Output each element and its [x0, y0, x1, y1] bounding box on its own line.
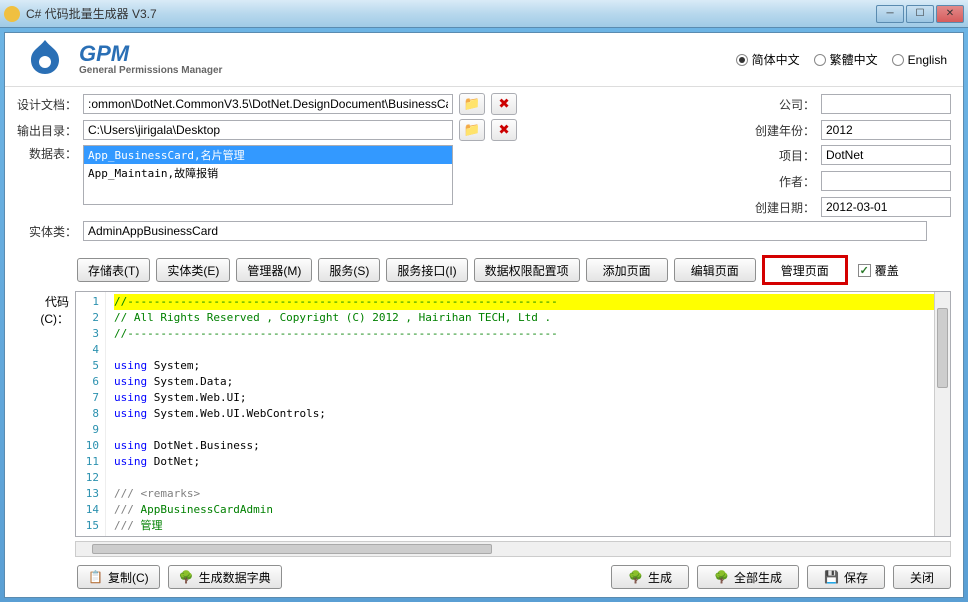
- brand: GPM General Permissions Manager: [79, 43, 222, 76]
- browse-output-dir-button[interactable]: 📁: [459, 119, 485, 141]
- generate-button[interactable]: 🌳生成: [611, 565, 689, 589]
- label-output-dir: 输出目录：: [17, 122, 77, 139]
- add-page-button[interactable]: 添加页面: [586, 258, 668, 282]
- code-line: using System.Web.UI.WebControls;: [114, 406, 934, 422]
- folder-icon: 📁: [464, 122, 481, 138]
- horizontal-scrollbar[interactable]: [75, 541, 951, 557]
- content-area: GPM General Permissions Manager 简体中文 繁體中…: [4, 32, 964, 598]
- gen-dict-button[interactable]: 🌳生成数据字典: [168, 565, 282, 589]
- code-line: // All Rights Reserved , Copyright (C) 2…: [114, 310, 934, 326]
- maximize-button[interactable]: ☐: [906, 5, 934, 23]
- entity-class-button[interactable]: 实体类(E): [156, 258, 230, 282]
- language-group: 简体中文 繁體中文 English: [736, 51, 947, 68]
- create-date-input[interactable]: [821, 197, 951, 217]
- label-design-doc: 设计文档：: [17, 96, 77, 113]
- copy-button[interactable]: 📋复制(C): [77, 565, 160, 589]
- lang-zh-traditional[interactable]: 繁體中文: [814, 51, 878, 68]
- brand-subtitle: General Permissions Manager: [79, 65, 222, 76]
- window-controls: ─ ☐ ✕: [876, 5, 964, 23]
- manager-button[interactable]: 管理器(M): [236, 258, 312, 282]
- code-line: //--------------------------------------…: [114, 326, 934, 342]
- list-item[interactable]: App_BusinessCard,名片管理: [84, 146, 452, 164]
- scroll-thumb[interactable]: [937, 308, 948, 388]
- code-editor[interactable]: 123456789101112131415 //----------------…: [75, 291, 951, 537]
- x-icon: ✖: [498, 96, 509, 112]
- line-gutter: 123456789101112131415: [76, 292, 106, 536]
- code-line: /// AppBusinessCardAdmin: [114, 502, 934, 518]
- folder-icon: 📁: [464, 96, 481, 112]
- code-section: 代码(C)： 123456789101112131415 //---------…: [5, 291, 963, 541]
- close-app-button[interactable]: 关闭: [893, 565, 951, 589]
- tree-icon: 🌳: [714, 570, 728, 584]
- code-line: using System;: [114, 358, 934, 374]
- service-interface-button[interactable]: 服务接口(I): [386, 258, 467, 282]
- titlebar: C# 代码批量生成器 V3.7 ─ ☐ ✕: [0, 0, 968, 28]
- radio-icon: [892, 54, 904, 66]
- window-title: C# 代码批量生成器 V3.7: [26, 5, 876, 22]
- logo-icon: [21, 36, 69, 84]
- label-project: 项目：: [753, 147, 815, 164]
- create-year-input[interactable]: [821, 120, 951, 140]
- list-item[interactable]: App_Maintain,故障报销: [84, 164, 452, 182]
- close-button[interactable]: ✕: [936, 5, 964, 23]
- copy-icon: 📋: [88, 570, 102, 584]
- lang-english[interactable]: English: [892, 51, 947, 68]
- edit-page-button[interactable]: 编辑页面: [674, 258, 756, 282]
- brand-title: GPM: [79, 43, 222, 65]
- label-entity-class: 实体类：: [17, 223, 77, 240]
- form-area: 设计文档： 📁 ✖ 公司： 输出目录： 📁 ✖ 创建年份：: [5, 87, 963, 251]
- save-icon: 💾: [824, 570, 838, 584]
- code-line: using System.Web.UI;: [114, 390, 934, 406]
- label-create-year: 创建年份：: [753, 122, 815, 139]
- tree-icon: 🌳: [179, 570, 193, 584]
- code-line: /// <remarks>: [114, 486, 934, 502]
- code-line: using DotNet;: [114, 454, 934, 470]
- code-line: [114, 422, 934, 438]
- vertical-scrollbar[interactable]: [934, 292, 950, 536]
- permission-config-button[interactable]: 数据权限配置项: [474, 258, 580, 282]
- entity-class-input[interactable]: [83, 221, 927, 241]
- code-line: //--------------------------------------…: [114, 294, 934, 310]
- code-line: [114, 342, 934, 358]
- output-dir-input[interactable]: [83, 120, 453, 140]
- radio-icon: [736, 54, 748, 66]
- radio-icon: [814, 54, 826, 66]
- clear-output-dir-button[interactable]: ✖: [491, 119, 517, 141]
- manage-page-highlight: 管理页面: [762, 255, 848, 285]
- company-input[interactable]: [821, 94, 951, 114]
- toolbar: 存储表(T) 实体类(E) 管理器(M) 服务(S) 服务接口(I) 数据权限配…: [5, 251, 963, 291]
- data-table-list[interactable]: App_BusinessCard,名片管理App_Maintain,故障报销: [83, 145, 453, 205]
- label-create-date: 创建日期：: [753, 199, 815, 216]
- tree-icon: 🌳: [628, 570, 642, 584]
- label-company: 公司：: [753, 96, 815, 113]
- generate-all-button[interactable]: 🌳全部生成: [697, 565, 799, 589]
- overwrite-checkbox[interactable]: 覆盖: [858, 262, 899, 279]
- x-icon: ✖: [498, 122, 509, 138]
- code-line: [114, 470, 934, 486]
- code-line: using System.Data;: [114, 374, 934, 390]
- save-button[interactable]: 💾保存: [807, 565, 885, 589]
- label-data-table: 数据表：: [17, 145, 77, 162]
- storage-table-button[interactable]: 存储表(T): [77, 258, 150, 282]
- app-icon: [4, 6, 20, 22]
- clear-design-doc-button[interactable]: ✖: [491, 93, 517, 115]
- project-input[interactable]: [821, 145, 951, 165]
- manage-page-button[interactable]: 管理页面: [765, 258, 845, 282]
- code-body[interactable]: //--------------------------------------…: [106, 292, 934, 536]
- code-line: /// 管理: [114, 518, 934, 534]
- label-author: 作者：: [753, 173, 815, 190]
- checkbox-icon: [858, 264, 871, 277]
- scroll-thumb[interactable]: [92, 544, 492, 554]
- browse-design-doc-button[interactable]: 📁: [459, 93, 485, 115]
- service-button[interactable]: 服务(S): [318, 258, 380, 282]
- author-input[interactable]: [821, 171, 951, 191]
- lang-zh-simplified[interactable]: 简体中文: [736, 51, 800, 68]
- minimize-button[interactable]: ─: [876, 5, 904, 23]
- code-line: using DotNet.Business;: [114, 438, 934, 454]
- label-code: 代码(C)：: [17, 291, 75, 537]
- app-window: C# 代码批量生成器 V3.7 ─ ☐ ✕ GPM General Permis…: [0, 0, 968, 602]
- footer: 📋复制(C) 🌳生成数据字典 🌳生成 🌳全部生成 💾保存 关闭: [5, 561, 963, 597]
- design-doc-input[interactable]: [83, 94, 453, 114]
- header: GPM General Permissions Manager 简体中文 繁體中…: [5, 33, 963, 87]
